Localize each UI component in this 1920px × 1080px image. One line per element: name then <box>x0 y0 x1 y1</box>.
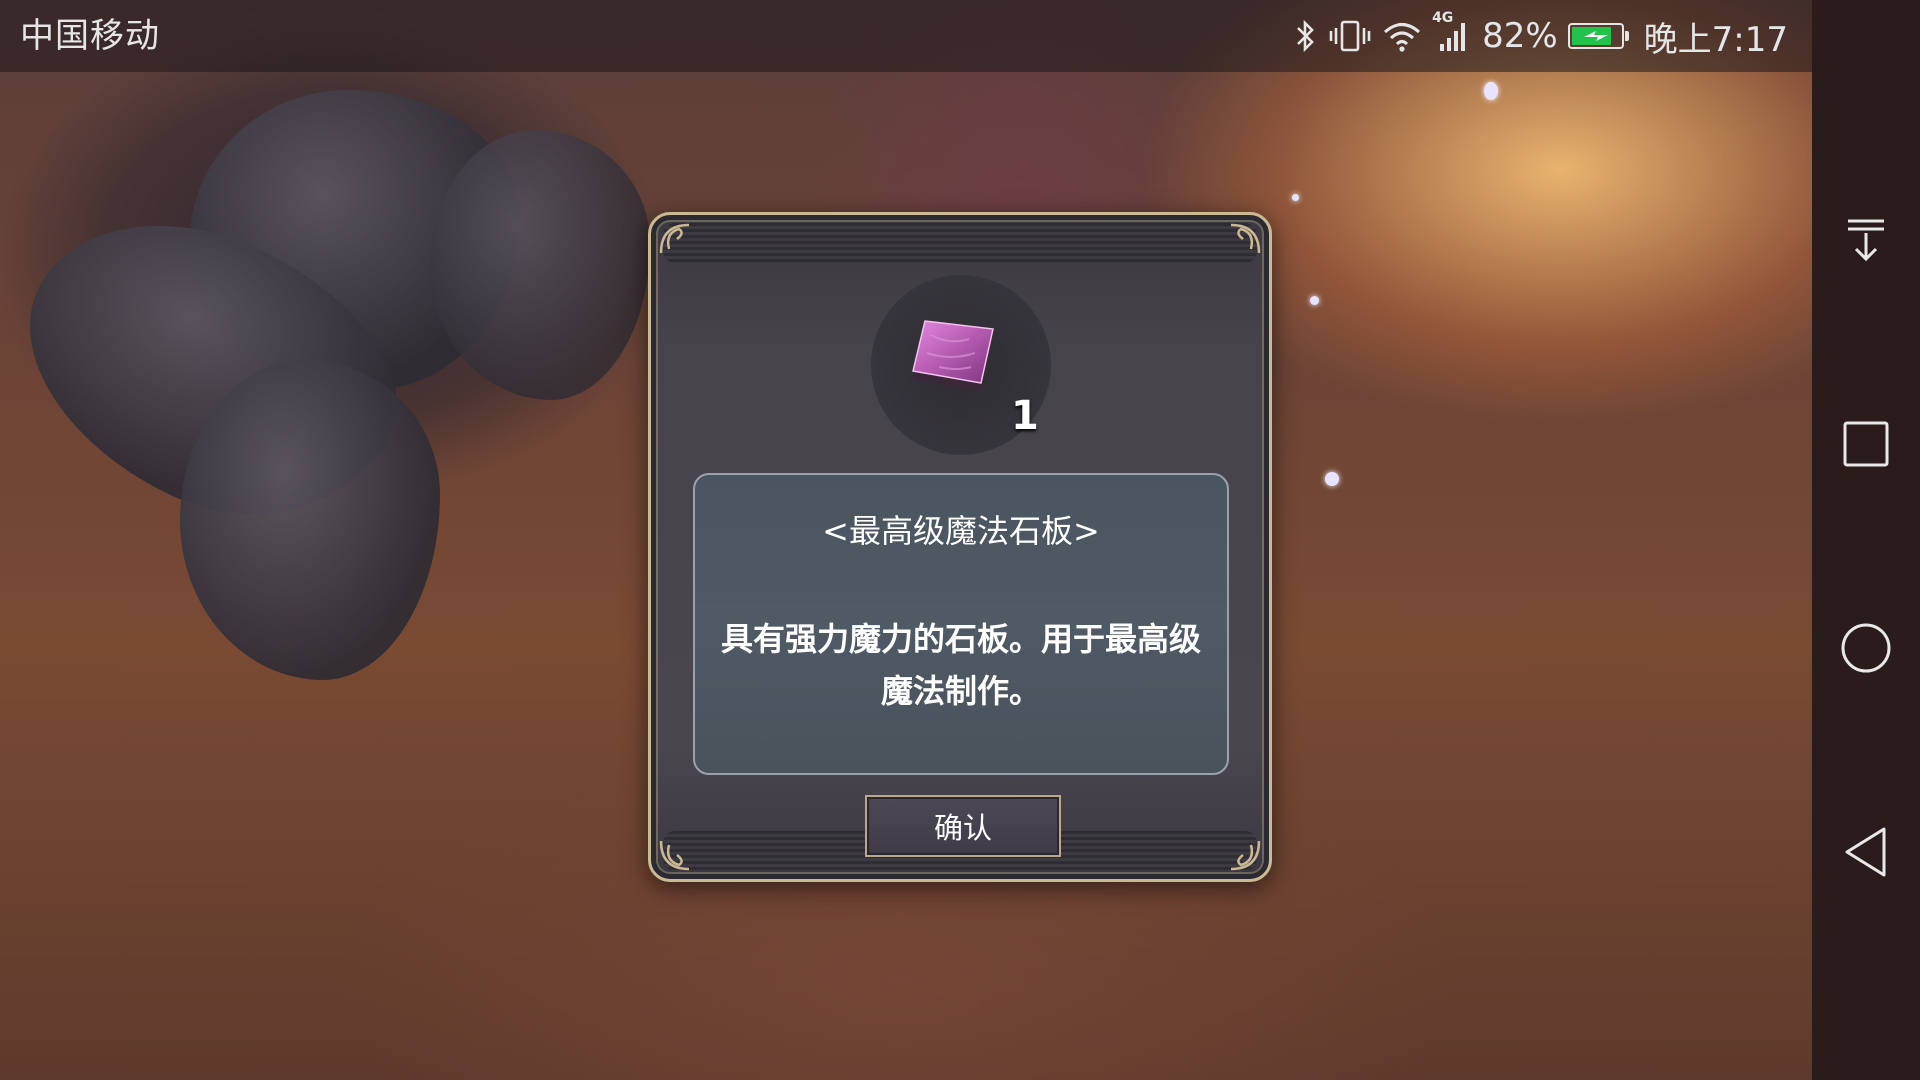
ornament-corner-icon <box>1230 840 1261 871</box>
item-description: 具有强力魔力的石板。用于最高级魔法制作。 <box>720 620 1201 710</box>
vibrate-icon <box>1328 18 1372 54</box>
navigation-bar <box>1812 0 1920 1080</box>
item-count: 1 <box>1011 393 1039 439</box>
clock: 晚上7:17 <box>1643 19 1788 60</box>
bluetooth-icon <box>1292 18 1318 54</box>
ornament-corner-icon <box>1230 223 1261 254</box>
battery-percent: 82% <box>1482 16 1558 56</box>
rock <box>180 360 440 680</box>
signal-icon: 4G <box>1432 10 1472 54</box>
sparkle <box>1292 194 1299 201</box>
status-bar: 中国移动 4G 82% 晚上7:17 <box>0 0 1812 72</box>
home-icon[interactable] <box>1836 618 1896 678</box>
recent-apps-icon[interactable] <box>1836 414 1896 474</box>
item-info-dialog: 1 <最高级魔法石板> 具有强力魔力的石板。用于最高级魔法制作。 确认 <box>648 212 1272 882</box>
carrier-name: 中国移动 <box>20 16 160 56</box>
rock <box>430 130 650 400</box>
dialog-top-band <box>663 223 1257 263</box>
confirm-button[interactable]: 确认 <box>865 795 1061 857</box>
sparkle <box>1310 296 1319 305</box>
ornament-corner-icon <box>659 223 690 254</box>
charging-bolt-icon <box>1583 31 1608 41</box>
notification-pull-down-icon[interactable] <box>1836 210 1896 270</box>
battery-icon <box>1567 23 1629 49</box>
network-type-label: 4G <box>1432 10 1454 26</box>
sparkle <box>1325 472 1339 486</box>
screen: 中国移动 4G 82% 晚上7:17 1 <最高级魔法石板> 具有强力魔力的石板… <box>0 0 1920 1080</box>
item-name: <最高级魔法石板> <box>822 512 1100 550</box>
ornament-corner-icon <box>659 840 690 871</box>
battery-tip <box>1624 31 1629 41</box>
magic-stone-slab-icon <box>912 320 994 391</box>
item-description-panel: <最高级魔法石板> 具有强力魔力的石板。用于最高级魔法制作。 <box>693 473 1229 775</box>
status-icons: 4G 82% 晚上7:17 <box>1292 10 1788 60</box>
wifi-icon <box>1382 18 1422 54</box>
back-icon[interactable] <box>1836 822 1896 882</box>
sparkle <box>1484 82 1498 100</box>
item-slot: 1 <box>871 275 1051 455</box>
